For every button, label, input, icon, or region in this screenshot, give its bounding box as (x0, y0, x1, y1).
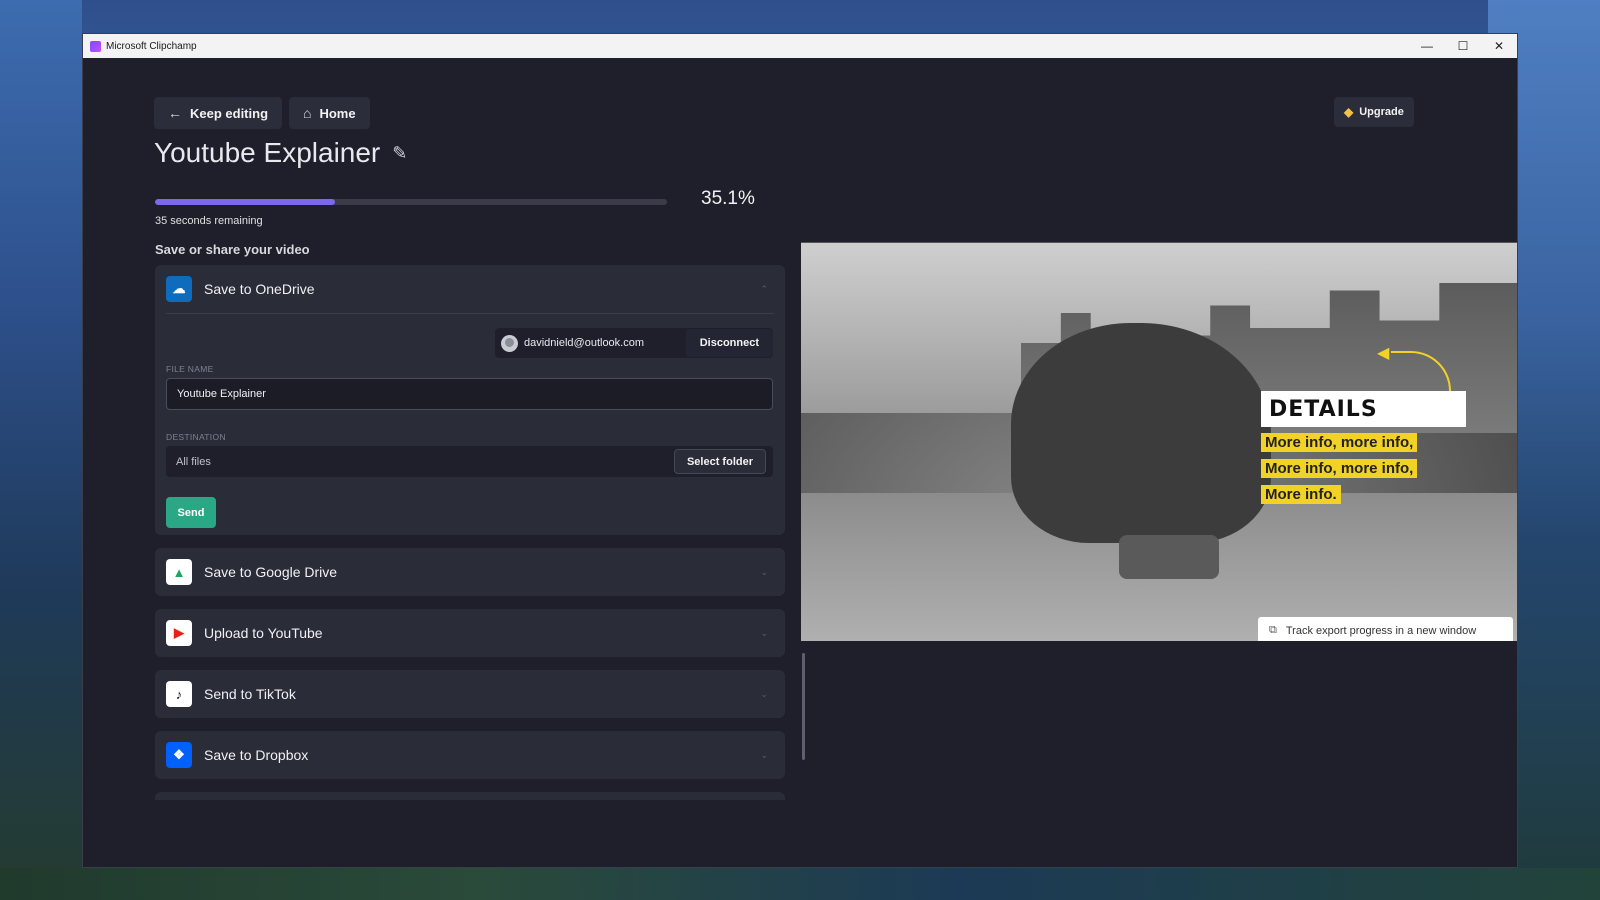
select-folder-button[interactable]: Select folder (673, 449, 766, 474)
picture-in-picture-icon: ⧉ (1269, 624, 1277, 636)
google-drive-icon: ▲ (166, 559, 192, 585)
export-progress-bar (155, 199, 667, 205)
tiktok-icon: ♪ (166, 681, 192, 707)
close-button[interactable]: ✕ (1481, 34, 1517, 58)
preview-tub (1119, 535, 1219, 579)
chevron-down-icon[interactable]: ⌄ (760, 628, 768, 639)
file-name-input[interactable]: Youtube Explainer (166, 378, 773, 410)
export-page: ← Keep editing ⌂ Home ◆ Upgrade Youtube … (83, 58, 1517, 867)
google-drive-card[interactable]: ▲ Save to Google Drive ⌄ (155, 548, 785, 596)
export-percent: 35.1% (701, 188, 755, 209)
project-title-text: Youtube Explainer (154, 137, 381, 168)
info-line: More info, more info, (1261, 459, 1418, 478)
more-services-card (155, 792, 785, 800)
youtube-card[interactable]: ▶ Upload to YouTube ⌄ (155, 609, 785, 657)
upgrade-label: Upgrade (1359, 106, 1404, 118)
arrow-head-icon: ◀ (1377, 345, 1390, 362)
disconnect-button[interactable]: Disconnect (685, 329, 773, 357)
account-email: davidnield@outlook.com (524, 337, 645, 349)
preview-elephant (1011, 323, 1271, 543)
window-title: Microsoft Clipchamp (106, 40, 197, 52)
home-label: Home (319, 105, 356, 121)
track-progress-label: Track export progress in a new window (1285, 624, 1477, 637)
tiktok-card[interactable]: ♪ Send to TikTok ⌄ (155, 670, 785, 718)
upgrade-button[interactable]: ◆ Upgrade (1334, 97, 1414, 127)
chevron-down-icon[interactable]: ⌄ (760, 689, 768, 700)
destination-value: All files (176, 455, 211, 468)
onedrive-card: ☁ Save to OneDrive ⌃ davidnield@outlook.… (155, 265, 785, 535)
google-drive-label: Save to Google Drive (204, 564, 338, 580)
track-progress-button[interactable]: ⧉ Track export progress in a new window (1258, 617, 1513, 641)
youtube-label: Upload to YouTube (204, 625, 323, 641)
arrow-left-icon: ← (168, 105, 182, 121)
youtube-card-header[interactable]: ▶ Upload to YouTube ⌄ (155, 609, 785, 657)
diamond-icon: ◆ (1344, 105, 1354, 119)
dropbox-card-header[interactable]: ❖ Save to Dropbox ⌄ (155, 731, 785, 779)
time-remaining: 35 seconds remaining (155, 215, 263, 227)
avatar (501, 334, 518, 352)
dropbox-icon: ❖ (166, 742, 192, 768)
onedrive-icon: ☁ (166, 276, 192, 302)
home-icon: ⌂ (303, 105, 312, 121)
google-drive-card-header[interactable]: ▲ Save to Google Drive ⌄ (155, 548, 785, 596)
app-window: Microsoft Clipchamp — ☐ ✕ ← Keep editing… (82, 33, 1518, 868)
title-bar: Microsoft Clipchamp — ☐ ✕ (83, 34, 1517, 58)
tiktok-card-header[interactable]: ♪ Send to TikTok ⌄ (155, 670, 785, 718)
clipchamp-app-icon (90, 40, 101, 52)
chevron-up-icon[interactable]: ⌃ (760, 284, 768, 295)
desktop-wallpaper-bottom (0, 868, 1600, 900)
destination-field[interactable]: All files Select folder (166, 446, 773, 477)
project-title: Youtube Explainer ✎ (154, 137, 407, 169)
tiktok-label: Send to TikTok (204, 686, 296, 702)
export-progress-fill (155, 199, 335, 205)
card-divider (166, 313, 774, 314)
video-preview: ◀ DETAILS More info, more info, More inf… (801, 242, 1517, 641)
chevron-down-icon[interactable]: ⌄ (760, 567, 768, 578)
pencil-icon[interactable]: ✎ (392, 143, 407, 164)
chevron-down-icon[interactable]: ⌄ (760, 750, 768, 761)
youtube-icon: ▶ (166, 620, 192, 646)
desktop-wallpaper-left (0, 0, 82, 900)
dropbox-label: Save to Dropbox (204, 747, 309, 763)
home-button[interactable]: ⌂ Home (289, 97, 370, 129)
maximize-button[interactable]: ☐ (1445, 34, 1481, 58)
keep-editing-button[interactable]: ← Keep editing (154, 97, 283, 129)
info-line: More info, more info, (1261, 433, 1418, 452)
minimize-button[interactable]: — (1409, 34, 1445, 58)
details-title-overlay: DETAILS (1261, 391, 1466, 427)
send-button[interactable]: Send (166, 497, 216, 528)
save-share-heading: Save or share your video (155, 242, 310, 257)
onedrive-label: Save to OneDrive (204, 281, 315, 297)
dropbox-card[interactable]: ❖ Save to Dropbox ⌄ (155, 731, 785, 779)
info-line: More info. (1261, 485, 1341, 504)
onedrive-card-header[interactable]: ☁ Save to OneDrive ⌃ (155, 265, 785, 313)
account-chip: davidnield@outlook.com Disconnect (495, 328, 773, 358)
file-name-label: FILE NAME (166, 364, 214, 374)
destination-label: DESTINATION (166, 432, 226, 442)
window-controls: — ☐ ✕ (1409, 34, 1517, 58)
keep-editing-label: Keep editing (190, 105, 269, 121)
scrollbar[interactable] (802, 653, 805, 760)
